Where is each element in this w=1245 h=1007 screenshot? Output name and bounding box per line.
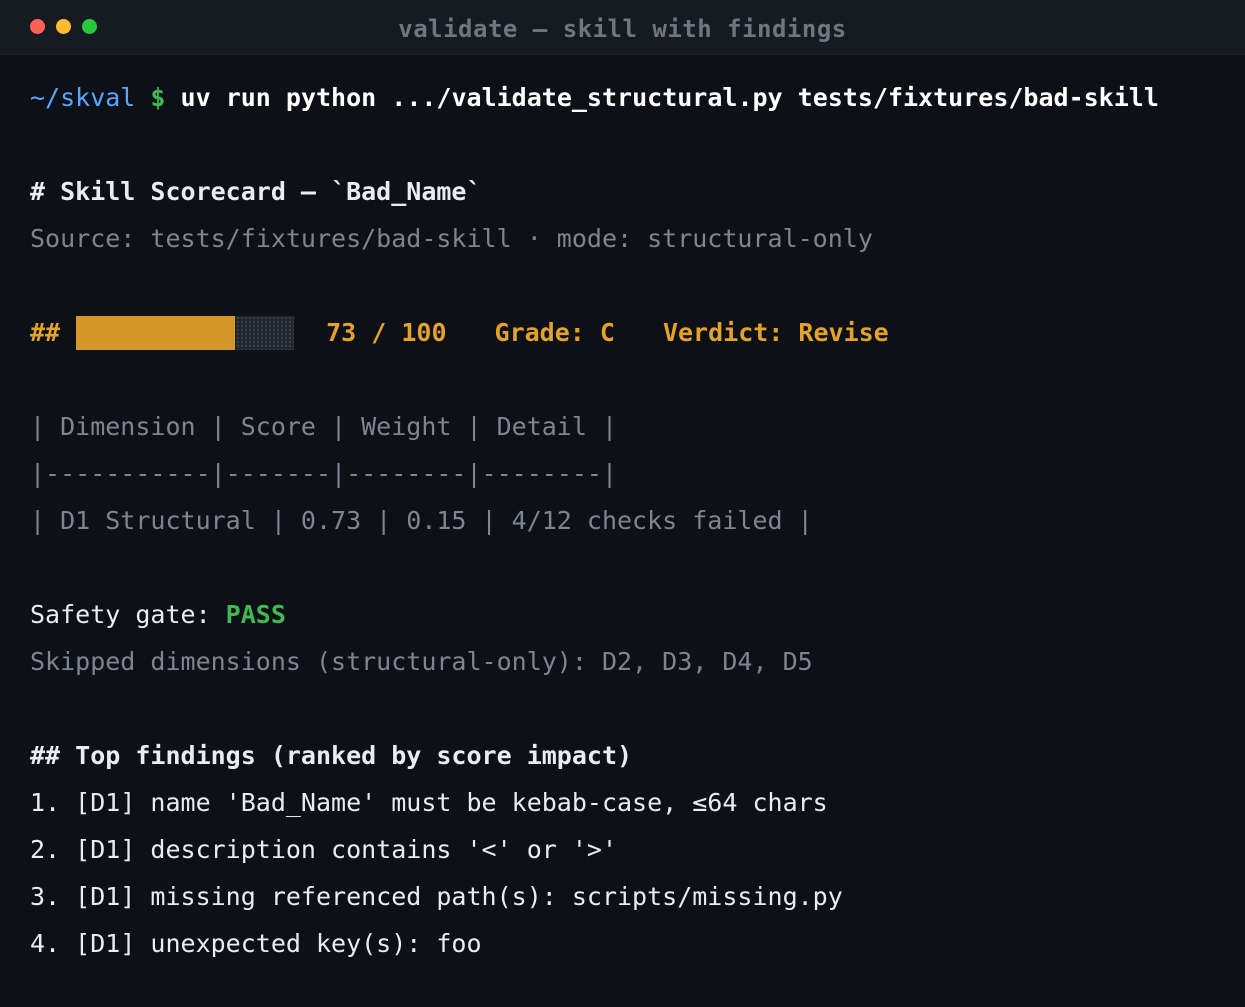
score-progress-bar (76, 315, 295, 350)
safety-gate-status: PASS (225, 600, 286, 629)
prompt-line: ~/skval $ uv run python .../validate_str… (30, 74, 1225, 121)
prompt-symbol: $ (150, 83, 166, 112)
terminal-output[interactable]: ~/skval $ uv run python .../validate_str… (30, 74, 1225, 967)
title-bar: validate — skill with findings (0, 0, 1245, 55)
terminal-window: validate — skill with findings ~/skval $… (0, 0, 1245, 1007)
prompt-path: ~/skval (30, 83, 136, 112)
command-text: uv run python .../validate_structural.py… (180, 83, 1159, 112)
score-progress-fill (76, 315, 236, 350)
finding-item: 4. [D1] unexpected key(s): foo (30, 929, 482, 958)
scorecard-heading: # Skill Scorecard — `Bad_Name` (30, 177, 482, 206)
table-header: | Dimension | Score | Weight | Detail | (30, 412, 617, 441)
finding-item: 3. [D1] missing referenced path(s): scri… (30, 882, 843, 911)
findings-heading: ## Top findings (ranked by score impact) (30, 741, 633, 770)
score-prefix: ## (30, 318, 61, 347)
table-separator: |-----------|-------|--------|--------| (30, 459, 617, 488)
skipped-dimensions: Skipped dimensions (structural-only): D2… (30, 647, 813, 676)
scorecard-source: Source: tests/fixtures/bad-skill · mode:… (30, 224, 873, 253)
window-title: validate — skill with findings (398, 15, 847, 43)
safety-gate-label: Safety gate: (30, 600, 226, 629)
finding-item: 1. [D1] name 'Bad_Name' must be kebab-ca… (30, 788, 828, 817)
finding-item: 2. [D1] description contains '<' or '>' (30, 835, 617, 864)
safety-gate-line: Safety gate: PASS (30, 591, 1225, 638)
table-row: | D1 Structural | 0.73 | 0.15 | 4/12 che… (30, 506, 813, 535)
grade-value: Grade: C (494, 318, 615, 347)
score-value: 73 / 100 (326, 318, 447, 347)
score-line: ## 73 / 100 Grade: C Verdict: Revise (30, 309, 1225, 356)
verdict-value: Verdict: Revise (662, 318, 889, 347)
